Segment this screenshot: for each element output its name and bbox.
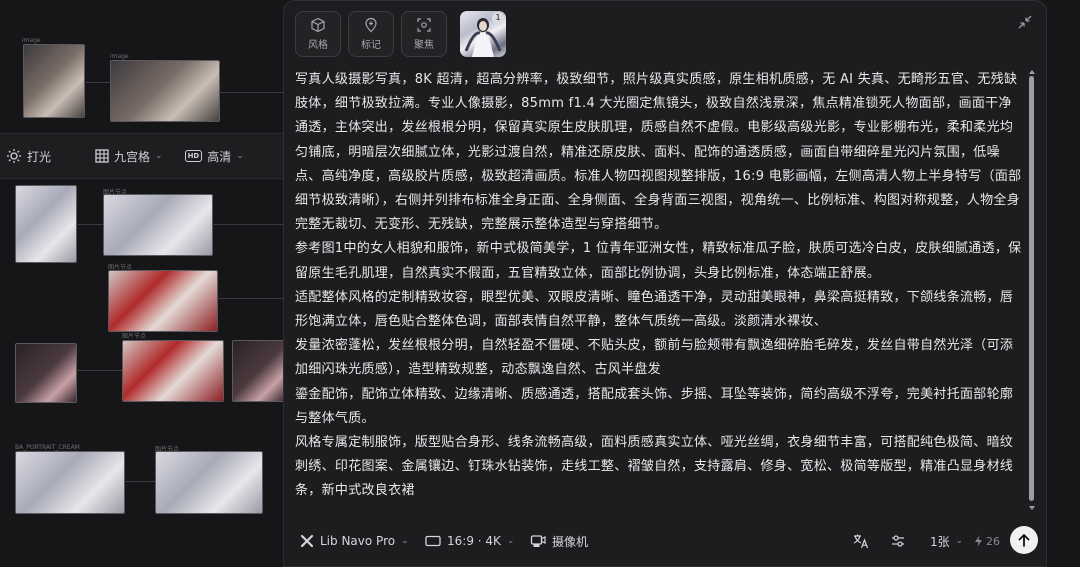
node-image-thumbnail[interactable]: [15, 343, 77, 403]
scrollbar-thumb[interactable]: [1029, 76, 1034, 501]
node-label: 图片节点: [122, 333, 147, 340]
focus-icon: [417, 18, 431, 32]
toolbar-grid-label: 九宫格: [114, 149, 151, 164]
grid-icon: [95, 149, 109, 163]
node-image-thumbnail[interactable]: [122, 340, 224, 402]
camera-icon: [530, 535, 546, 547]
prompt-paragraph: 参考图1中的女人相貌和服饰，新中式极简美学，1 位青年亚洲女性，精致标准瓜子脸，…: [295, 241, 1022, 281]
prompt-paragraph: 适配整体风格的定制精致妆容，眼型优美、双眼皮清晰、瞳色通透干净，灵动甜美眼神，鼻…: [295, 289, 1014, 330]
mark-button-label: 标记: [361, 40, 381, 51]
credits-count: 26: [986, 534, 1000, 548]
prompt-panel: 风格 标记 聚焦 1 写真人级摄影写真，8K 超清，超高分辨率，极致细节，照片级…: [283, 0, 1047, 567]
reference-count-badge: 1: [492, 12, 504, 24]
chevron-down-icon: ⌄: [401, 536, 409, 546]
connection-wire: [217, 298, 284, 299]
node-image-thumbnail[interactable]: [23, 44, 85, 118]
toolbar-grid[interactable]: 九宫格 ⌄: [95, 148, 163, 165]
bottom-toolbar: Lib Navo Pro ⌄ 16:9 · 4K ⌄ 摄像机 1张 ⌄ 26: [284, 526, 1046, 556]
ratio-label: 16:9 · 4K: [447, 534, 501, 548]
prompt-textarea[interactable]: 写真人级摄影写真，8K 超清，超高分辨率，极致细节，照片级真实质感，原生相机质感…: [295, 68, 1025, 508]
prompt-paragraph: 发量浓密蓬松，发丝根根分明，自然轻盈不僵硬、不贴头皮，额前与脸颊带有飘逸细碎胎毛…: [295, 338, 1014, 378]
count-label: 1张: [930, 534, 950, 549]
connection-wire: [76, 224, 103, 225]
collapse-icon: [1018, 15, 1032, 29]
send-button[interactable]: [1010, 526, 1038, 554]
node-image-thumbnail[interactable]: [103, 194, 213, 256]
connection-wire: [212, 224, 284, 225]
lightning-icon: [975, 535, 982, 547]
prompt-paragraph: 风格专属定制服饰，版型贴合身形、线条流畅高级，面料质感真实立体、哑光丝绸，衣身细…: [295, 435, 1014, 499]
ratio-selector[interactable]: 16:9 · 4K ⌄: [425, 526, 514, 556]
toolbar-light-label: 打光: [27, 149, 52, 164]
chevron-down-icon: ⌄: [155, 151, 163, 161]
sliders-icon: [892, 535, 904, 547]
node-image-thumbnail[interactable]: [108, 270, 218, 332]
toolbar-light[interactable]: 打光: [6, 148, 51, 165]
node-image-thumbnail[interactable]: [155, 451, 263, 514]
translate-button[interactable]: [852, 526, 870, 556]
connection-wire: [219, 92, 284, 93]
prompt-paragraph: 写真人级摄影写真，8K 超清，超高分辨率，极致细节，照片级真实质感，原生相机质感…: [295, 72, 1022, 233]
translate-icon: [853, 534, 869, 549]
camera-button[interactable]: 摄像机: [530, 526, 588, 556]
connection-wire: [76, 370, 122, 371]
toolbar-hd-label: 高清: [207, 149, 232, 164]
node-label: BA_PORTRAIT_CREAM: [15, 444, 80, 451]
count-selector[interactable]: 1张 ⌄: [930, 526, 963, 556]
node-image-thumbnail[interactable]: [232, 340, 286, 402]
style-button[interactable]: 风格: [295, 11, 341, 57]
scroll-up-arrow[interactable]: [1029, 70, 1035, 74]
aspect-ratio-icon: [425, 535, 441, 547]
style-button-label: 风格: [308, 40, 328, 51]
focus-button-label: 聚焦: [414, 40, 434, 51]
credits-indicator: 26: [974, 526, 1000, 556]
node-toolbar: 打光 九宫格 ⌄ HD 高清 ⌄ # 宣: [0, 133, 317, 179]
node-image-thumbnail[interactable]: [15, 451, 125, 514]
model-selector[interactable]: Lib Navo Pro ⌄: [300, 526, 409, 556]
toolbar-hd[interactable]: HD 高清 ⌄: [184, 148, 244, 165]
location-pin-icon: [365, 17, 377, 33]
collapse-button[interactable]: [1016, 13, 1034, 31]
scroll-down-arrow[interactable]: [1029, 506, 1035, 510]
focus-button[interactable]: 聚焦: [401, 11, 447, 57]
chevron-down-icon: ⌄: [955, 536, 964, 546]
camera-label: 摄像机: [552, 534, 589, 549]
connection-wire: [84, 82, 110, 83]
connection-wire: [124, 481, 155, 482]
node-image-thumbnail[interactable]: [110, 60, 220, 122]
model-logo-icon: [300, 534, 314, 548]
settings-button[interactable]: [890, 526, 906, 556]
prompt-paragraph: 鎏金配饰，配饰立体精致、边缘清晰、质感通透，搭配成套头饰、步摇、耳坠等装饰，简约…: [295, 386, 1014, 426]
node-label: image: [22, 37, 41, 44]
arrow-up-icon: [1018, 534, 1030, 547]
mark-button[interactable]: 标记: [348, 11, 394, 57]
chevron-down-icon: ⌄: [236, 151, 244, 161]
light-icon: [7, 149, 21, 163]
hd-icon: HD: [184, 150, 203, 162]
model-name: Lib Navo Pro: [320, 534, 396, 548]
node-image-thumbnail[interactable]: [15, 185, 77, 263]
cube-icon: [311, 17, 325, 33]
node-label: image: [110, 53, 129, 60]
chevron-down-icon: ⌄: [506, 536, 515, 546]
